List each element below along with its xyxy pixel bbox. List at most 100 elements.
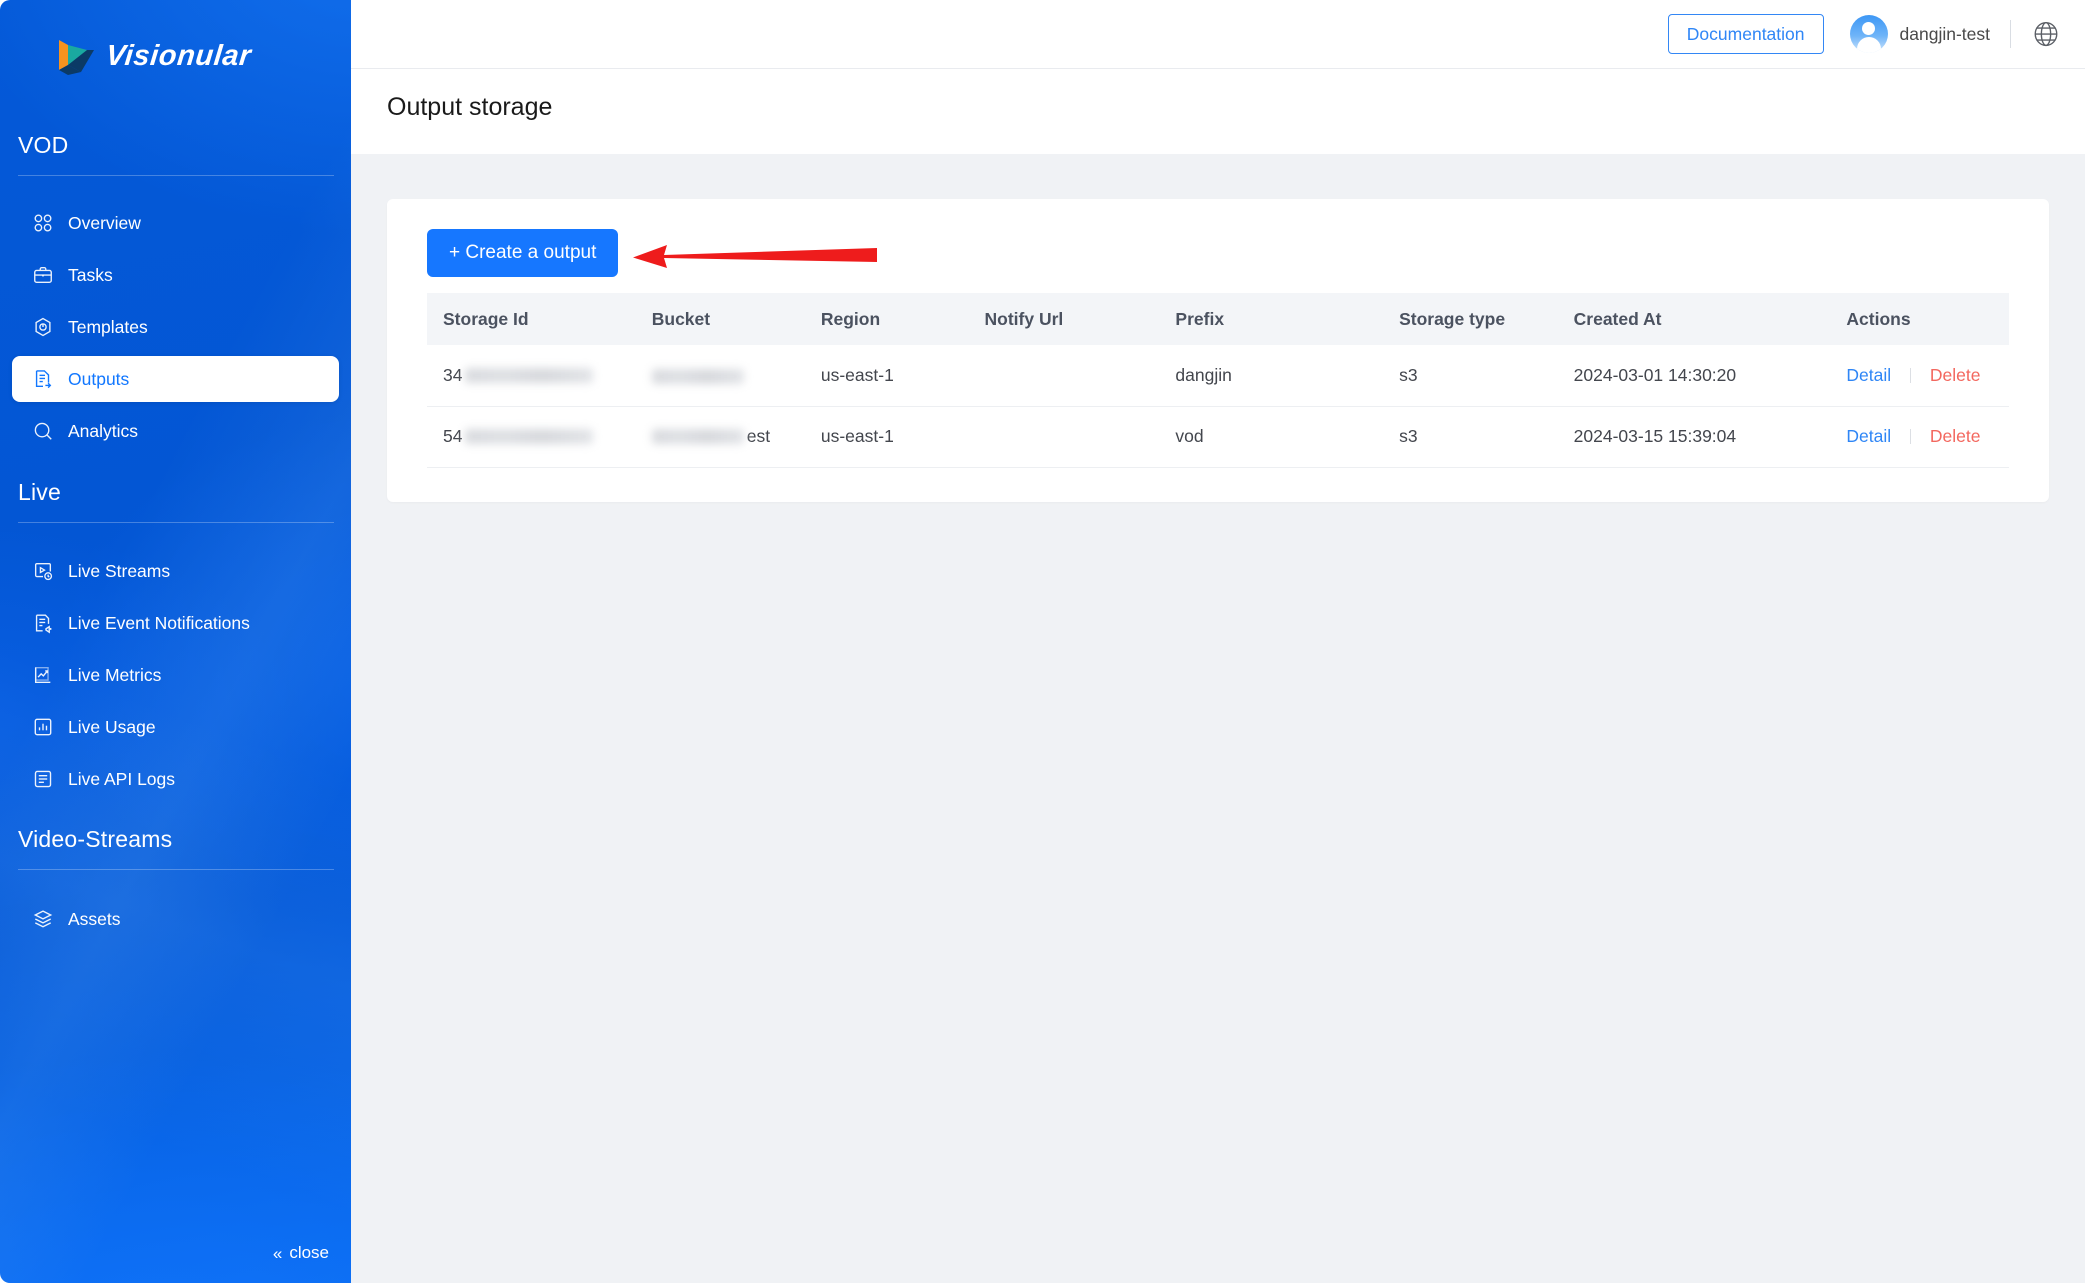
cell-bucket: [639, 345, 809, 407]
search-circle-icon: [34, 422, 52, 440]
table-header-row: Storage Id Bucket Region Notify Url Pref…: [427, 293, 2009, 345]
header-divider: [2010, 20, 2011, 48]
sidebar-item-tasks[interactable]: Tasks: [12, 252, 339, 298]
column-header-storage-type: Storage type: [1387, 293, 1562, 345]
cell-created-at: 2024-03-15 15:39:04: [1561, 406, 1835, 468]
sidebar-item-live-metrics[interactable]: Live Metrics: [12, 652, 339, 698]
table-row: 34 us-east-1 dangjin s3 2024-03-01 14:30…: [427, 345, 2009, 407]
sidebar: Visionular VOD Overview Tasks Templates …: [0, 0, 351, 1283]
column-header-actions: Actions: [1834, 293, 2009, 345]
delete-link[interactable]: Delete: [1930, 365, 1981, 385]
column-header-bucket: Bucket: [639, 293, 809, 345]
column-header-created-at: Created At: [1561, 293, 1835, 345]
sidebar-item-overview[interactable]: Overview: [12, 200, 339, 246]
cell-storage-id: 34: [427, 345, 640, 407]
cell-actions: Detail Delete: [1834, 345, 2009, 407]
page-title: Output storage: [387, 93, 553, 121]
delete-link[interactable]: Delete: [1930, 426, 1981, 446]
table-header: Storage Id Bucket Region Notify Url Pref…: [427, 293, 2009, 345]
detail-link[interactable]: Detail: [1846, 426, 1891, 446]
output-storage-table: Storage Id Bucket Region Notify Url Pref…: [427, 293, 2009, 468]
action-separator: [1910, 429, 1912, 444]
top-header: Documentation dangjin-test: [351, 0, 2085, 69]
cell-bucket: est: [639, 406, 809, 468]
cell-prefix: vod: [1163, 406, 1388, 468]
column-header-notify-url: Notify Url: [972, 293, 1164, 345]
sidebar-item-live-api-logs[interactable]: Live API Logs: [12, 756, 339, 802]
sidebar-item-label: Overview: [68, 212, 141, 233]
create-output-button[interactable]: + Create a output: [427, 229, 619, 277]
sidebar-item-label: Live Event Notifications: [68, 612, 250, 633]
brand-name: Visionular: [104, 39, 253, 72]
briefcase-icon: [34, 266, 52, 284]
main-content: Output storage + Create a output Storage…: [351, 69, 2085, 1283]
cell-storage-type: s3: [1387, 345, 1562, 407]
storage-id-visible-prefix: 34: [443, 364, 463, 385]
sidebar-divider-live: [18, 522, 334, 523]
storage-id-visible-prefix: 54: [443, 426, 463, 446]
column-header-region: Region: [808, 293, 973, 345]
document-export-icon: [35, 370, 52, 389]
globe-icon: [2034, 21, 2058, 47]
detail-link[interactable]: Detail: [1846, 365, 1891, 385]
brand-logo[interactable]: Visionular: [57, 36, 253, 76]
sidebar-item-label: Templates: [68, 316, 148, 337]
cell-prefix: dangjin: [1163, 345, 1388, 407]
cell-region: us-east-1: [808, 345, 973, 407]
app-window: Visionular VOD Overview Tasks Templates …: [0, 0, 2085, 1283]
toolbar: + Create a output: [427, 229, 2009, 293]
sidebar-item-label: Assets: [68, 908, 121, 929]
bar-chart-icon: [34, 718, 52, 736]
sidebar-item-label: Live Metrics: [68, 664, 162, 685]
sidebar-divider-vod: [18, 175, 334, 176]
column-header-storage-id: Storage Id: [427, 293, 640, 345]
action-separator: [1910, 367, 1912, 383]
cell-notify-url: [972, 406, 1164, 468]
table-body: 34 us-east-1 dangjin s3 2024-03-01 14:30…: [427, 345, 2009, 468]
sidebar-item-label: Live Streams: [68, 560, 171, 581]
output-storage-card: + Create a output Storage Id Bucket Regi…: [387, 199, 2049, 502]
cell-created-at: 2024-03-01 14:30:20: [1561, 345, 1835, 407]
cell-region: us-east-1: [808, 406, 973, 468]
sidebar-divider-video-streams: [18, 869, 334, 870]
sidebar-item-label: Outputs: [68, 368, 130, 389]
user-menu[interactable]: dangjin-test: [1849, 15, 1990, 53]
hexagon-icon: [35, 317, 51, 337]
column-header-prefix: Prefix: [1163, 293, 1388, 345]
notification-document-icon: [35, 614, 52, 634]
sidebar-item-templates[interactable]: Templates: [12, 304, 339, 350]
logs-icon: [34, 770, 52, 788]
sidebar-item-analytics[interactable]: Analytics: [12, 408, 339, 454]
storage-id-redacted: [465, 429, 594, 444]
grid-icon: [34, 214, 52, 232]
annotation-arrow: [633, 245, 877, 268]
sidebar-item-label: Live Usage: [68, 716, 156, 737]
layers-icon: [33, 910, 53, 928]
cell-actions: Detail Delete: [1834, 406, 2009, 468]
sidebar-item-outputs[interactable]: Outputs: [12, 356, 339, 402]
language-switcher-button[interactable]: [2031, 19, 2061, 49]
avatar: [1849, 15, 1888, 53]
sidebar-group-title-video-streams: Video-Streams: [18, 826, 173, 852]
sidebar-item-live-usage[interactable]: Live Usage: [12, 704, 339, 750]
sidebar-collapse-label: close: [289, 1243, 329, 1262]
sidebar-item-label: Analytics: [68, 420, 139, 441]
stream-clock-icon: [34, 562, 53, 581]
double-chevron-left-icon: «: [272, 1243, 283, 1263]
sidebar-item-live-streams[interactable]: Live Streams: [12, 548, 339, 594]
username-label: dangjin-test: [1899, 23, 1990, 44]
storage-id-redacted: [465, 367, 594, 383]
sidebar-item-live-event-notifications[interactable]: Live Event Notifications: [12, 600, 339, 646]
bucket-redacted: [651, 429, 744, 444]
sidebar-group-title-live: Live: [18, 479, 61, 505]
line-chart-icon: [34, 666, 51, 684]
table-row: 54 est us-east-1 vod s3 2024-03-15 15:39…: [427, 406, 2009, 468]
sidebar-item-assets[interactable]: Assets: [12, 896, 339, 942]
bucket-visible-suffix: est: [746, 426, 771, 446]
sidebar-item-label: Tasks: [68, 264, 113, 285]
sidebar-collapse-button[interactable]: « close: [273, 1243, 329, 1263]
documentation-button[interactable]: Documentation: [1667, 14, 1824, 54]
sidebar-group-title-vod: VOD: [18, 132, 69, 158]
cell-notify-url: [972, 345, 1164, 407]
visionular-logo-icon: [59, 40, 94, 75]
